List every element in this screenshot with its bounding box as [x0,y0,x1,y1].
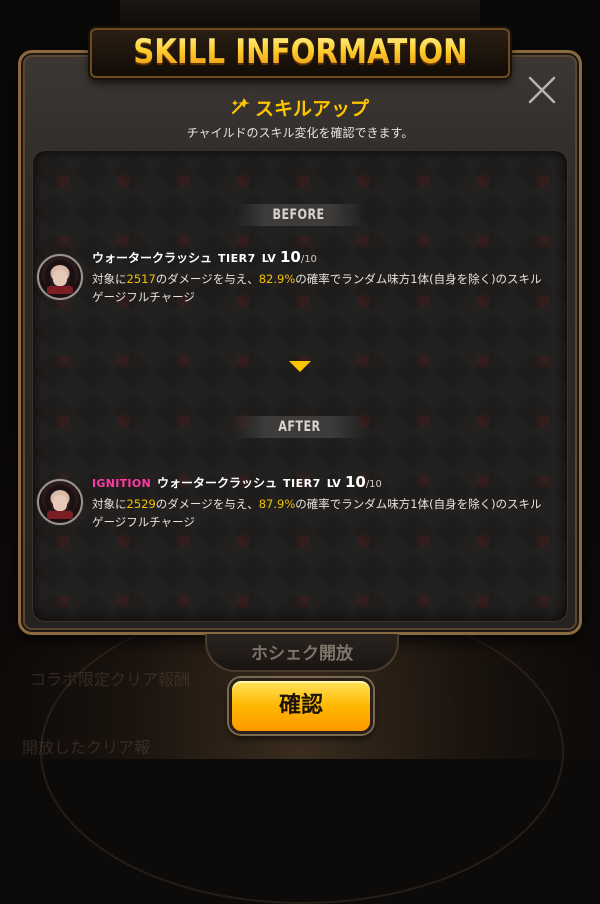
skill-level: 10 [279,248,301,266]
ignition-badge: IGNITION [92,477,151,490]
skill-level: 10 [344,473,366,491]
after-skill-description: 対象に2529のダメージを与え、87.9%の確率でランダム味方1体(自身を除く)… [92,497,542,529]
skill-tier: TIER7 [283,477,321,490]
damage-value: 2517 [126,272,156,286]
subtitle-text: スキルアップ [254,98,369,120]
dialog-subtitle: スキルアップ [0,94,600,121]
background-faint-text: 開放したクリア報 [22,738,151,757]
before-skill-title: ウォータークラッシュ TIER7 LV 10/10 [92,248,317,266]
skill-tier: TIER7 [218,252,256,265]
skill-name: ウォータークラッシュ [156,476,277,490]
arrow-down-icon [289,361,311,372]
chance-value: 82.9% [258,272,296,286]
after-skill-title: IGNITION ウォータークラッシュ TIER7 LV 10/10 [92,473,382,491]
before-label: BEFORE [234,204,364,226]
skill-level-max: /10 [365,479,382,490]
dialog-title: SKILL INFORMATION [132,32,468,72]
skill-name: ウォータークラッシュ [92,251,213,265]
skill-level-max: /10 [300,254,317,265]
title-plate: SKILL INFORMATION [89,28,511,78]
close-icon [528,76,556,104]
before-skill-description: 対象に2517のダメージを与え、82.9%の確率でランダム味方1体(自身を除く)… [92,272,542,304]
after-label: AFTER [234,416,364,438]
level-prefix: LV [326,477,341,490]
background-faint-text: コラボ限定クリア報酬 [30,670,191,689]
background-tab: ホシェク開放 [205,634,399,672]
dialog-header: SKILL INFORMATION [0,27,600,79]
close-button[interactable] [524,72,560,108]
character-avatar [37,254,83,300]
level-prefix: LV [261,252,276,265]
character-avatar [37,479,83,525]
sparkle-icon [231,97,251,120]
chance-value: 87.9% [258,497,296,511]
damage-value: 2529 [126,497,156,511]
confirm-button[interactable]: 確認 [229,678,373,734]
dialog-description: チャイルドのスキル変化を確認できます。 [186,126,414,140]
